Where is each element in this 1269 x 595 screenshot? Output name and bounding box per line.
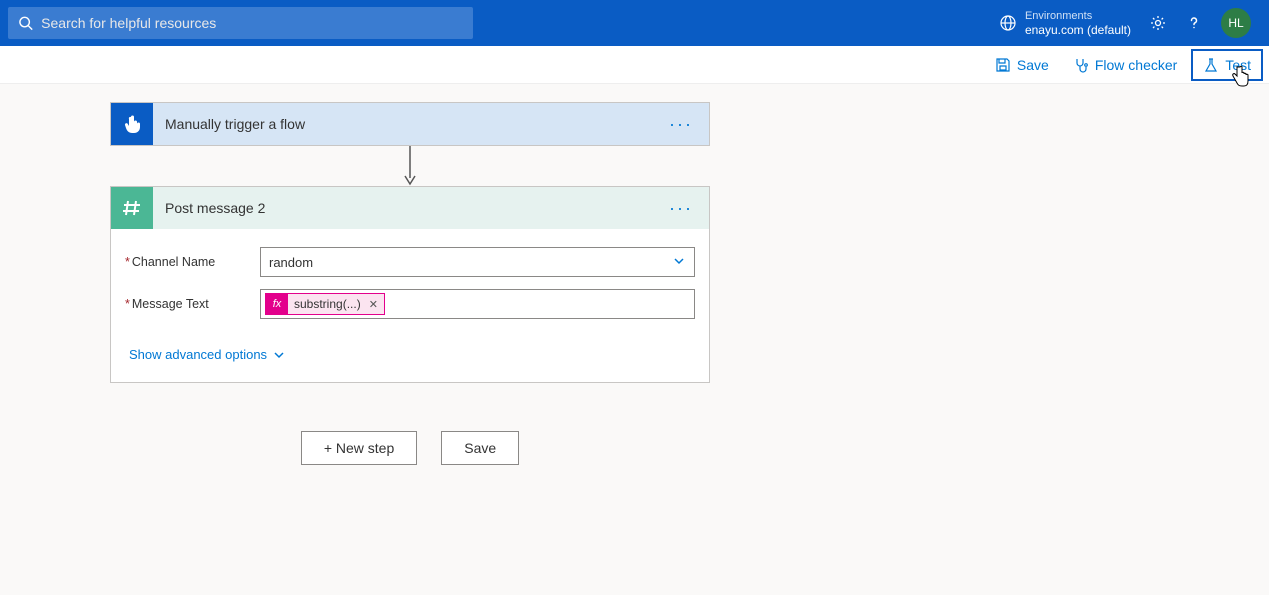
- footer-actions: + New step Save: [110, 431, 710, 465]
- flow-checker-button[interactable]: Flow checker: [1063, 49, 1187, 81]
- trigger-card[interactable]: Manually trigger a flow ···: [110, 102, 710, 146]
- channel-name-row: *Channel Name random: [125, 247, 695, 277]
- action-menu-icon[interactable]: ···: [653, 198, 709, 219]
- action-header[interactable]: Post message 2 ···: [111, 187, 709, 229]
- trigger-menu-icon[interactable]: ···: [653, 114, 709, 135]
- channel-name-value: random: [269, 255, 313, 270]
- new-step-button[interactable]: + New step: [301, 431, 417, 465]
- slack-hash-icon: [111, 187, 153, 229]
- trigger-title: Manually trigger a flow: [165, 116, 653, 132]
- message-text-input[interactable]: fx substring(...) ✕: [260, 289, 695, 319]
- action-card[interactable]: Post message 2 ··· *Channel Name random …: [110, 186, 710, 383]
- chevron-down-icon: [273, 349, 285, 361]
- save-label: Save: [1017, 57, 1049, 73]
- action-body: *Channel Name random *Message Text fx su…: [111, 229, 709, 382]
- connector-arrow: [110, 146, 710, 186]
- action-title: Post message 2: [165, 200, 653, 216]
- message-text-label: *Message Text: [125, 297, 260, 311]
- top-header: Environments enayu.com (default) HL: [0, 0, 1269, 46]
- test-label: Test: [1225, 57, 1251, 73]
- environment-name: enayu.com (default): [1025, 23, 1131, 37]
- trigger-header[interactable]: Manually trigger a flow ···: [111, 103, 709, 145]
- flow-checker-label: Flow checker: [1095, 57, 1177, 73]
- manual-trigger-icon: [111, 103, 153, 145]
- stethoscope-icon: [1073, 57, 1089, 73]
- environment-icon: [999, 14, 1017, 32]
- environment-label: Environments: [1025, 9, 1131, 23]
- save-flow-button[interactable]: Save: [441, 431, 519, 465]
- save-icon: [995, 57, 1011, 73]
- fx-icon: fx: [266, 293, 288, 315]
- expression-token-label: substring(...): [294, 297, 361, 311]
- remove-token-icon[interactable]: ✕: [369, 298, 378, 311]
- help-icon[interactable]: [1185, 14, 1203, 32]
- gear-icon[interactable]: [1149, 14, 1167, 32]
- search-icon: [18, 15, 33, 31]
- test-button[interactable]: Test: [1191, 49, 1263, 81]
- flow-toolbar: Save Flow checker Test: [0, 46, 1269, 84]
- flask-icon: [1203, 57, 1219, 73]
- message-text-row: *Message Text fx substring(...) ✕: [125, 289, 695, 319]
- chevron-down-icon: [672, 254, 686, 271]
- channel-name-label: *Channel Name: [125, 255, 260, 269]
- advanced-options-label: Show advanced options: [129, 347, 267, 362]
- search-box[interactable]: [8, 7, 473, 39]
- search-input[interactable]: [41, 15, 463, 31]
- expression-token[interactable]: fx substring(...) ✕: [265, 293, 385, 315]
- channel-name-select[interactable]: random: [260, 247, 695, 277]
- save-button[interactable]: Save: [985, 49, 1059, 81]
- environment-selector[interactable]: Environments enayu.com (default): [999, 9, 1131, 37]
- show-advanced-options[interactable]: Show advanced options: [125, 331, 289, 376]
- avatar[interactable]: HL: [1221, 8, 1251, 38]
